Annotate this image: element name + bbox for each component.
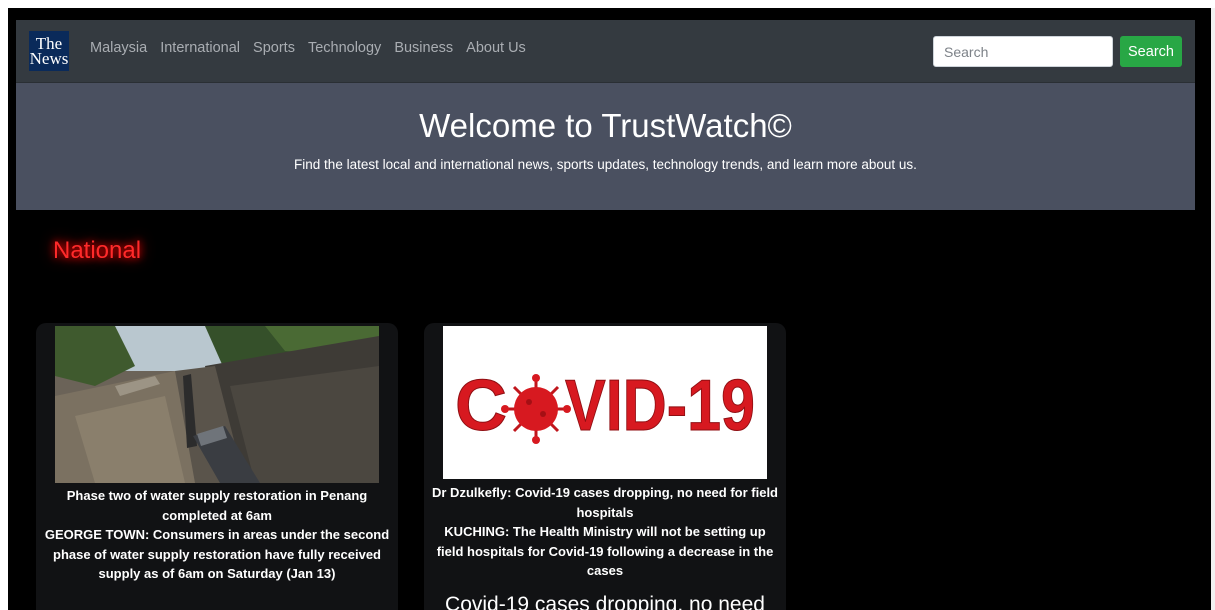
hero-subtitle: Find the latest local and international … xyxy=(294,157,917,172)
card-extra-text: Covid-19 cases dropping, no need xyxy=(445,593,765,610)
search-button[interactable]: Search xyxy=(1120,36,1182,67)
news-card[interactable]: C VID-19 Dr Dzulkefly: Covid-19 cases dr… xyxy=(424,323,786,610)
hero-title: Welcome to TrustWatch© xyxy=(419,107,792,144)
covid-image-text-vid: VID-19 xyxy=(565,366,755,446)
covid-image: C VID-19 xyxy=(443,326,767,479)
nav-link-sports[interactable]: Sports xyxy=(253,40,295,56)
nav-link-business[interactable]: Business xyxy=(394,40,453,56)
scrollbar[interactable] xyxy=(1211,8,1215,610)
hero-banner: Welcome to TrustWatch© Find the latest l… xyxy=(16,83,1195,210)
nav-links: Malaysia International Sports Technology… xyxy=(90,40,526,56)
nav-link-malaysia[interactable]: Malaysia xyxy=(90,40,147,56)
news-card[interactable]: Phase two of water supply restoration in… xyxy=(36,323,398,610)
page-frame: The News Malaysia International Sports T… xyxy=(8,8,1211,610)
covid-image-text-c: C xyxy=(455,366,507,446)
card-headline[interactable]: Dr Dzulkefly: Covid-19 cases dropping, n… xyxy=(424,483,786,522)
card-summary: GEORGE TOWN: Consumers in areas under th… xyxy=(44,527,390,581)
nav-link-technology[interactable]: Technology xyxy=(308,40,381,56)
navbar: The News Malaysia International Sports T… xyxy=(16,20,1195,83)
card-headline[interactable]: Phase two of water supply restoration in… xyxy=(36,486,398,525)
nav-link-about-us[interactable]: About Us xyxy=(466,40,526,56)
covid-graphic[interactable]: C VID-19 xyxy=(443,326,767,479)
card-summary: KUCHING: The Health Ministry will not be… xyxy=(436,524,774,578)
pipeline-photo[interactable] xyxy=(55,326,379,483)
pipeline-image xyxy=(55,326,379,483)
logo-line-2: News xyxy=(29,49,69,68)
site-logo[interactable]: The News xyxy=(29,31,69,71)
section-title-national: National xyxy=(53,237,142,264)
search-input[interactable] xyxy=(933,36,1113,67)
nav-link-international[interactable]: International xyxy=(160,40,240,56)
